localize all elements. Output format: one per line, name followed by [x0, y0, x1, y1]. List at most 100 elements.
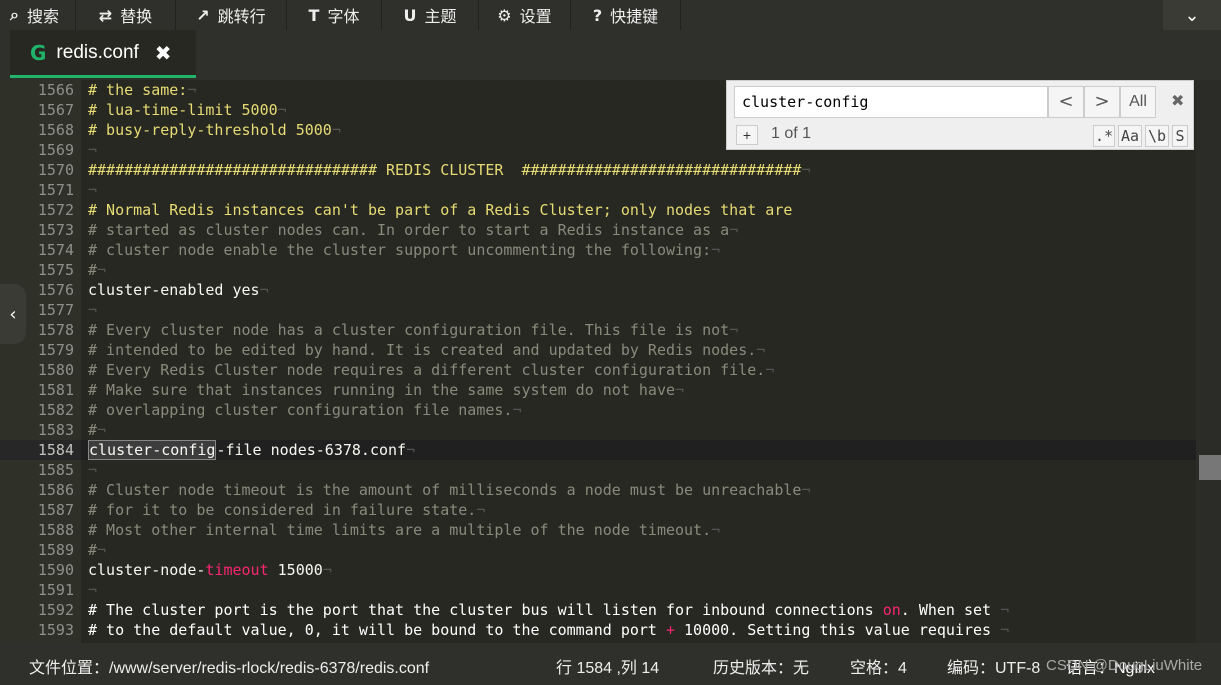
eol-marker: ¬: [88, 181, 98, 199]
code-token: 15000: [268, 561, 323, 579]
line-number: 1568: [0, 120, 81, 140]
shortcuts-button[interactable]: ? 快捷键: [571, 0, 681, 30]
settings-button[interactable]: ⚙ 设置: [479, 0, 571, 30]
code-line[interactable]: 1592 # The cluster port is the port that …: [0, 600, 1221, 620]
close-icon[interactable]: ✖: [155, 41, 172, 65]
code-line[interactable]: 1590 cluster-node-timeout 15000¬: [0, 560, 1221, 580]
line-number: 1588: [0, 520, 81, 540]
code-line[interactable]: 1587 # for it to be considered in failure…: [0, 500, 1221, 520]
code-line[interactable]: 1577 ¬: [0, 300, 1221, 320]
code-line[interactable]: 1585 ¬: [0, 460, 1221, 480]
code-line[interactable]: 1582 # overlapping cluster configuration …: [0, 400, 1221, 420]
code-line[interactable]: 1571 ¬: [0, 180, 1221, 200]
eol-marker: ¬: [756, 341, 766, 359]
font-button[interactable]: T 字体: [287, 0, 382, 30]
eol-marker: ¬: [1000, 621, 1010, 639]
code-token: # the same:: [88, 81, 188, 99]
history-version[interactable]: 历史版本：无: [713, 654, 809, 678]
line-number: 1592: [0, 600, 81, 620]
line-number: 1580: [0, 360, 81, 380]
code-line[interactable]: 1591 ¬: [0, 580, 1221, 600]
code-editor[interactable]: 1566 # the same:¬ 1567 # lua-time-limit 500…: [0, 80, 1221, 643]
code-token: cluster-node-: [88, 561, 206, 579]
code-token: # Every cluster node has a cluster confi…: [88, 321, 730, 339]
shortcuts-icon: ?: [592, 5, 603, 25]
line-text: ¬: [81, 460, 1221, 480]
code-token: # Cluster node timeout is the amount of …: [88, 481, 802, 499]
whole-word-toggle[interactable]: \b: [1145, 125, 1169, 147]
line-number: 1586: [0, 480, 81, 500]
code-token: # busy-reply-threshold 5000: [88, 121, 332, 139]
line-number: 1571: [0, 180, 81, 200]
line-number: 1584: [0, 440, 81, 460]
toggle-replace-button[interactable]: +: [736, 125, 758, 145]
line-number: 1582: [0, 400, 81, 420]
cursor-position: 行 1584 ,列 14: [556, 660, 660, 677]
theme-button[interactable]: U 主题: [382, 0, 479, 30]
code-line[interactable]: 1586 # Cluster node timeout is the amount…: [0, 480, 1221, 500]
eol-marker: ¬: [187, 81, 197, 99]
code-line[interactable]: 1574 # cluster node enable the cluster su…: [0, 240, 1221, 260]
code-token: # overlapping cluster configuration file…: [88, 401, 513, 419]
scrollbar-thumb[interactable]: [1199, 455, 1221, 480]
line-text: ################################ REDIS C…: [81, 160, 1221, 180]
code-line[interactable]: 1575 #¬: [0, 260, 1221, 280]
eol-marker: ¬: [88, 461, 98, 479]
line-text: # intended to be edited by hand. It is c…: [81, 340, 1221, 360]
code-token: . When set: [900, 601, 1001, 619]
shortcuts-label: 快捷键: [610, 9, 659, 26]
code-token: on: [882, 601, 901, 619]
code-line[interactable]: 1573 # started as cluster nodes can. In o…: [0, 220, 1221, 240]
close-icon[interactable]: ✖: [1171, 91, 1184, 110]
eol-marker: ¬: [1000, 601, 1010, 619]
line-text: # Cluster node timeout is the amount of …: [81, 480, 1221, 500]
code-token: # Every Redis Cluster node requires a di…: [88, 361, 766, 379]
line-text: # The cluster port is the port that the …: [81, 600, 1221, 620]
code-line[interactable]: 1583 #¬: [0, 420, 1221, 440]
search-button[interactable]: ⌕ 搜索: [0, 0, 76, 30]
search-in-selection-toggle[interactable]: S: [1172, 125, 1188, 147]
find-all-button[interactable]: All: [1120, 86, 1156, 118]
line-number: 1591: [0, 580, 81, 600]
code-line[interactable]: 1576 cluster-enabled yes¬: [0, 280, 1221, 300]
search-icon: ⌕: [10, 5, 19, 24]
line-number: 1567: [0, 100, 81, 120]
search-input[interactable]: cluster-config: [734, 86, 1048, 118]
code-line[interactable]: 1580 # Every Redis Cluster node requires …: [0, 360, 1221, 380]
find-previous-button[interactable]: <: [1048, 86, 1084, 118]
chevron-down-icon: ⌄: [1184, 4, 1200, 26]
code-line[interactable]: 1588 # Most other internal time limits ar…: [0, 520, 1221, 540]
collapse-toolbar-button[interactable]: ⌄: [1163, 0, 1221, 30]
code-token: cluster-enabled yes: [88, 281, 260, 299]
line-number: 1572: [0, 200, 81, 220]
code-line[interactable]: 1572 # Normal Redis instances can't be pa…: [0, 200, 1221, 220]
sidebar-toggle-button[interactable]: ‹: [0, 284, 26, 344]
line-text: # to the default value, 0, it will be bo…: [81, 620, 1221, 640]
search-panel: cluster-config < > All ✖ + 1 of 1 .* Aa …: [726, 80, 1194, 150]
code-line[interactable]: 1578 # Every cluster node has a cluster c…: [0, 320, 1221, 340]
goto-line-button[interactable]: ↗ 跳转行: [176, 0, 287, 30]
indent-setting[interactable]: 空格：4: [850, 654, 907, 678]
replace-button[interactable]: ⇄ 替换: [76, 0, 176, 30]
tab-redis-conf[interactable]: G redis.conf ✖: [10, 30, 196, 78]
code-line[interactable]: 1589 #¬: [0, 540, 1221, 560]
line-number: 1587: [0, 500, 81, 520]
regex-toggle[interactable]: .*: [1093, 125, 1115, 147]
font-label: 字体: [327, 9, 360, 26]
code-line[interactable]: 1579 # intended to be edited by hand. It …: [0, 340, 1221, 360]
line-text: #¬: [81, 260, 1221, 280]
goto-line-label: 跳转行: [217, 9, 266, 26]
code-line-active[interactable]: 1584 cluster-config-file nodes-6378.conf¬: [0, 440, 1221, 460]
code-token: # Most other internal time limits are a …: [88, 521, 712, 539]
code-token: # to the default value, 0, it will be bo…: [88, 621, 666, 639]
encoding-setting[interactable]: 编码：UTF-8: [947, 654, 1040, 678]
code-line[interactable]: 1570 ################################ RED…: [0, 160, 1221, 180]
case-sensitive-toggle[interactable]: Aa: [1118, 125, 1142, 147]
eol-marker: ¬: [331, 121, 341, 139]
find-next-button[interactable]: >: [1084, 86, 1120, 118]
code-line[interactable]: 1593 # to the default value, 0, it will b…: [0, 620, 1221, 640]
vertical-scrollbar[interactable]: [1196, 80, 1221, 643]
code-line[interactable]: 1581 # Make sure that instances running i…: [0, 380, 1221, 400]
line-number: 1569: [0, 140, 81, 160]
